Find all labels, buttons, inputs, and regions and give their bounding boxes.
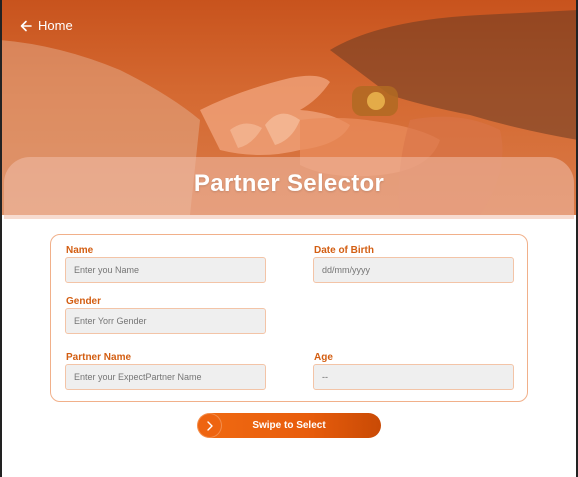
swipe-label: Swipe to Select (252, 420, 326, 431)
name-input[interactable] (65, 257, 266, 283)
dob-label: Date of Birth (314, 245, 374, 256)
partner-name-input[interactable] (65, 364, 266, 390)
dob-input[interactable] (313, 257, 514, 283)
gender-label: Gender (66, 296, 102, 307)
age-label: Age (314, 352, 333, 363)
arrow-left-icon (20, 20, 32, 31)
swipe-to-select-button[interactable]: Swipe to Select (197, 413, 381, 438)
name-label: Name (66, 245, 94, 256)
age-field: -- (313, 364, 514, 390)
home-label: Home (38, 18, 73, 33)
home-link[interactable]: Home (20, 18, 73, 33)
partner-name-label: Partner Name (66, 352, 132, 363)
gender-input[interactable] (65, 308, 266, 334)
page-title: Partner Selector (193, 170, 385, 197)
